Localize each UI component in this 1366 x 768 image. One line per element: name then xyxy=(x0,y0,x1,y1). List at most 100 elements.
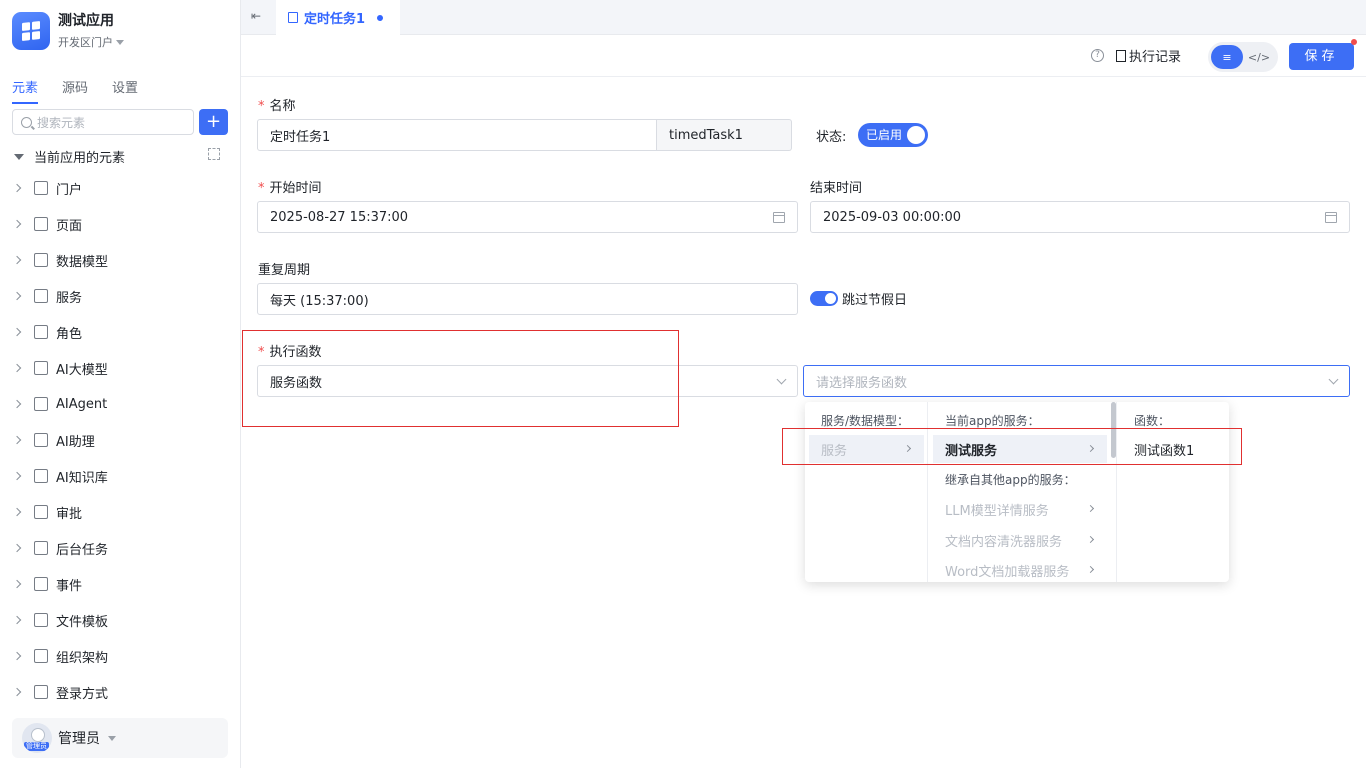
cascader-option-inherited[interactable]: 文档内容清洗器服务 xyxy=(933,526,1107,554)
sidebar: 测试应用 开发区门户 元素 源码 设置 搜索元素 + 当前应用的元素 门户 页面… xyxy=(0,0,241,768)
tree-item-page[interactable]: 页面 xyxy=(0,206,240,242)
function-type-select[interactable]: 服务函数 xyxy=(257,365,798,397)
chevron-right-icon xyxy=(12,471,22,481)
current-app-elements-section[interactable]: 当前应用的元素 xyxy=(14,147,224,166)
cascader-option-test-function[interactable]: 测试函数1 xyxy=(1122,435,1225,463)
login-icon xyxy=(34,685,48,699)
add-element-button[interactable]: + xyxy=(199,109,228,135)
status-label: 状态: xyxy=(816,130,847,145)
tree-item-ai-assistant[interactable]: AI助理 xyxy=(0,422,240,458)
skip-holiday-label: 跳过节假日 xyxy=(842,293,908,308)
code-mode-icon[interactable]: </> xyxy=(1243,45,1275,69)
repeat-input[interactable]: 每天 (15:37:00) xyxy=(257,283,798,315)
user-name: 管理员 xyxy=(58,731,100,747)
file-icon xyxy=(34,613,48,627)
status-toggle[interactable]: 已启用 xyxy=(858,123,928,147)
start-time-label: * 开始时间 xyxy=(258,181,322,196)
tree-item-background-task[interactable]: 后台任务 xyxy=(0,530,240,566)
tab-elements[interactable]: 元素 xyxy=(12,77,39,104)
element-search-input[interactable]: 搜索元素 xyxy=(12,109,194,135)
start-time-input[interactable]: 2025-08-27 15:37:00 xyxy=(257,201,798,233)
tree-item-label: 事件 xyxy=(56,578,83,594)
chevron-right-icon xyxy=(12,435,22,445)
cascader-column-functions: 函数： 测试函数1 xyxy=(1118,402,1229,582)
chevron-right-icon xyxy=(1086,444,1095,453)
help-icon[interactable]: ? xyxy=(1091,49,1104,62)
database-icon xyxy=(34,289,48,303)
cascader-option-inherited[interactable]: LLM模型详情服务 xyxy=(933,495,1107,523)
tab-settings[interactable]: 设置 xyxy=(112,77,138,104)
org-icon xyxy=(34,649,48,663)
caret-down-icon xyxy=(116,39,124,45)
tree-item-data-model[interactable]: 数据模型 xyxy=(0,242,240,278)
editor-toolbar: ? 执行记录 ≡ </> 保存 xyxy=(241,35,1366,77)
search-icon xyxy=(21,116,32,128)
collapse-sidebar-icon[interactable]: ⇤ xyxy=(251,10,265,22)
tree-item-ai-agent[interactable]: AIAgent xyxy=(0,386,240,422)
tree-item-label: 服务 xyxy=(56,290,83,306)
switch-knob xyxy=(825,293,836,304)
name-input[interactable]: 定时任务1 xyxy=(257,119,657,151)
clipboard-icon xyxy=(34,541,48,555)
cascader-option-test-service[interactable]: 测试服务 xyxy=(933,435,1107,463)
portal-name: 开发区门户 xyxy=(58,36,113,49)
tree-item-label: 登录方式 xyxy=(56,686,109,702)
app-name: 测试应用 xyxy=(58,13,114,29)
tree-item-label: AI知识库 xyxy=(56,470,108,486)
tree-item-event[interactable]: 事件 xyxy=(0,566,240,602)
tree-item-ai-knowledge[interactable]: AI知识库 xyxy=(0,458,240,494)
tree-item-portal[interactable]: 门户 xyxy=(0,170,240,206)
chevron-right-icon xyxy=(12,507,22,517)
document-icon xyxy=(288,12,298,23)
cube-icon xyxy=(34,361,48,375)
cascader-option-service[interactable]: 服务 xyxy=(809,435,924,463)
tab-timed-task[interactable]: 定时任务1 xyxy=(276,0,400,35)
name-code-field[interactable]: timedTask1 xyxy=(657,119,792,151)
start-time-value: 2025-08-27 15:37:00 xyxy=(270,209,409,225)
unsaved-dot xyxy=(377,14,384,21)
ai-icon xyxy=(34,433,48,447)
avatar-tag: 管理员 xyxy=(24,742,49,751)
record-icon xyxy=(1116,49,1126,62)
cascader-option-inherited[interactable]: Word文档加载器服务 xyxy=(933,556,1107,584)
function-type-value: 服务函数 xyxy=(270,375,323,391)
portal-selector[interactable]: 开发区门户 xyxy=(58,34,124,50)
chevron-right-icon xyxy=(12,291,22,301)
tree-item-role[interactable]: 角色 xyxy=(0,314,240,350)
app-header[interactable]: 测试应用 开发区门户 xyxy=(12,12,124,50)
skip-holiday-toggle[interactable] xyxy=(810,291,838,306)
tree-item-label: 审批 xyxy=(56,506,83,522)
execution-record-button[interactable]: 执行记录 xyxy=(1116,46,1181,65)
tree-item-ai-model[interactable]: AI大模型 xyxy=(0,350,240,386)
chevron-right-icon xyxy=(12,363,22,373)
visual-mode-icon[interactable]: ≡ xyxy=(1211,45,1243,69)
caret-down-icon xyxy=(108,735,116,741)
chevron-right-icon xyxy=(1086,535,1095,544)
function-label: * 执行函数 xyxy=(258,345,322,360)
end-time-input[interactable]: 2025-09-03 00:00:00 xyxy=(810,201,1350,233)
scrollbar[interactable] xyxy=(1111,402,1116,458)
tree-item-org[interactable]: 组织架构 xyxy=(0,638,240,674)
switch-knob xyxy=(907,126,925,144)
home-icon xyxy=(34,181,48,195)
chevron-down-icon xyxy=(1328,374,1339,385)
user-menu[interactable]: 管理员 管理员 xyxy=(12,718,228,758)
save-notice-dot xyxy=(1351,39,1357,45)
tab-source[interactable]: 源码 xyxy=(62,77,88,104)
chevron-right-icon xyxy=(12,327,22,337)
editor-tabbar: ⇤ 定时任务1 xyxy=(241,0,1366,35)
service-function-select[interactable]: 请选择服务函数 xyxy=(803,365,1350,397)
book-icon xyxy=(34,469,48,483)
tree-item-login[interactable]: 登录方式 xyxy=(0,674,240,710)
avatar: 管理员 xyxy=(22,723,52,753)
tree-item-label: 组织架构 xyxy=(56,650,109,666)
save-button[interactable]: 保存 xyxy=(1289,43,1354,70)
cascader-header: 继承自其他app的服务： xyxy=(945,473,1076,487)
tree-item-service[interactable]: 服务 xyxy=(0,278,240,314)
tree-item-label: 页面 xyxy=(56,218,83,234)
locate-icon[interactable] xyxy=(208,148,220,160)
chevron-right-icon xyxy=(12,543,22,553)
tree-item-approval[interactable]: 审批 xyxy=(0,494,240,530)
search-placeholder: 搜索元素 xyxy=(37,115,86,130)
tree-item-file-template[interactable]: 文件模板 xyxy=(0,602,240,638)
